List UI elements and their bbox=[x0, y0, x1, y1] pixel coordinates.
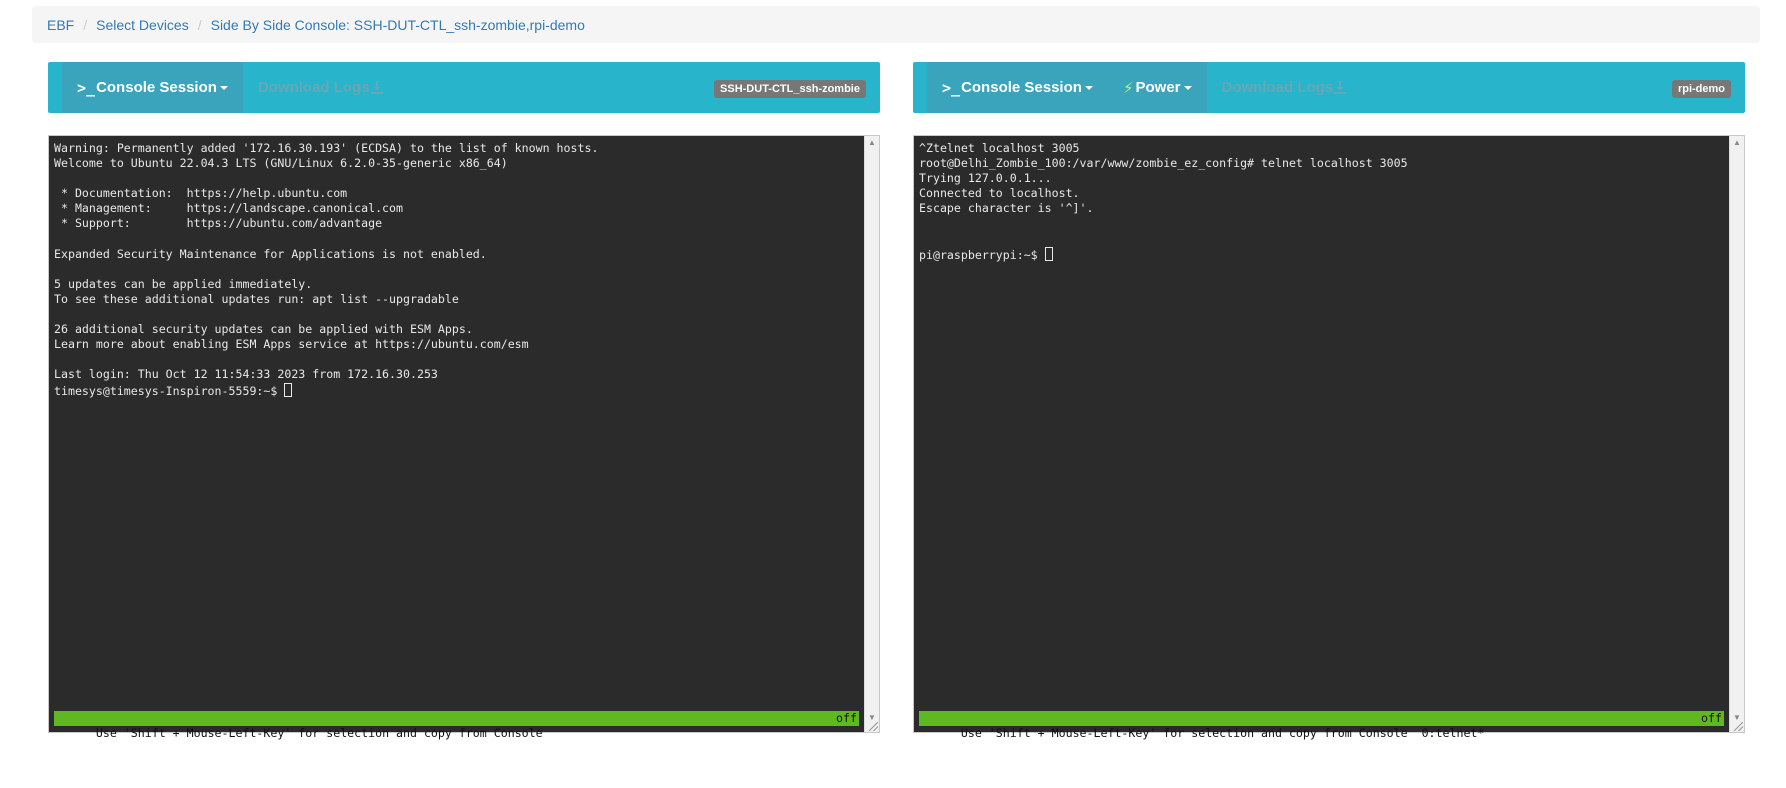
caret-down-icon bbox=[219, 85, 228, 90]
left-console-panel: >_ Console Session Download Logs SSH-DUT… bbox=[48, 62, 880, 740]
left-terminal-output: Warning: Permanently added '172.16.30.19… bbox=[54, 141, 859, 399]
resize-handle-icon[interactable] bbox=[1734, 722, 1743, 731]
left-terminal-status-bar: Use 'Shift + Mouse-Left-Key' for selecti… bbox=[54, 711, 859, 740]
left-console-session-dropdown[interactable]: >_ Console Session bbox=[62, 62, 243, 113]
terminal-cursor bbox=[284, 382, 293, 397]
power-label: Power bbox=[1135, 79, 1181, 96]
right-terminal-scrollbar[interactable]: ▲ ▼ bbox=[1729, 136, 1744, 732]
console-session-label: Console Session bbox=[96, 79, 217, 96]
breadcrumb-current-page[interactable]: Side By Side Console: SSH-DUT-CTL_ssh-zo… bbox=[211, 17, 585, 33]
right-power-dropdown[interactable]: ⚡ Power bbox=[1108, 62, 1207, 113]
caret-down-icon bbox=[1084, 85, 1093, 90]
caret-down-icon bbox=[1183, 85, 1192, 90]
left-terminal-text: Warning: Permanently added '172.16.30.19… bbox=[54, 141, 599, 398]
breadcrumb-ebf[interactable]: EBF bbox=[47, 17, 74, 33]
download-icon bbox=[1334, 81, 1347, 94]
right-terminal[interactable]: ^Ztelnet localhost 3005 root@Delhi_Zombi… bbox=[913, 135, 1745, 740]
right-device-badge: rpi-demo bbox=[1671, 80, 1731, 98]
scroll-down-arrow-icon[interactable]: ▼ bbox=[865, 713, 879, 722]
status-bar-text: Use 'Shift + Mouse-Left-Key' for selecti… bbox=[960, 726, 1485, 740]
left-terminal[interactable]: Warning: Permanently added '172.16.30.19… bbox=[48, 135, 880, 740]
download-logs-label: Download Logs bbox=[1221, 79, 1334, 96]
right-console-toolbar: >_ Console Session ⚡ Power Download Logs… bbox=[913, 62, 1745, 113]
left-device-badge: SSH-DUT-CTL_ssh-zombie bbox=[714, 80, 866, 98]
right-terminal-status-bar: Use 'Shift + Mouse-Left-Key' for selecti… bbox=[919, 711, 1724, 740]
bolt-icon: ⚡ bbox=[1122, 79, 1134, 97]
breadcrumb-select-devices[interactable]: Select Devices bbox=[96, 17, 189, 33]
scroll-up-arrow-icon[interactable]: ▲ bbox=[1730, 138, 1744, 147]
status-bar-text: Use 'Shift + Mouse-Left-Key' for selecti… bbox=[95, 726, 543, 740]
download-icon bbox=[370, 81, 383, 94]
right-console-panel: >_ Console Session ⚡ Power Download Logs… bbox=[913, 62, 1745, 740]
download-logs-label: Download Logs bbox=[257, 79, 370, 96]
right-nav-active-group: >_ Console Session ⚡ Power bbox=[927, 62, 1207, 113]
left-download-logs-button[interactable]: Download Logs bbox=[243, 62, 398, 113]
breadcrumb-separator: / bbox=[83, 16, 88, 33]
right-terminal-output: ^Ztelnet localhost 3005 root@Delhi_Zombi… bbox=[919, 141, 1724, 263]
resize-handle-icon[interactable] bbox=[869, 722, 878, 731]
right-download-logs-button[interactable]: Download Logs bbox=[1207, 62, 1362, 113]
right-terminal-text: ^Ztelnet localhost 3005 root@Delhi_Zombi… bbox=[919, 141, 1408, 262]
console-session-label: Console Session bbox=[961, 79, 1082, 96]
status-bar-mode: off bbox=[836, 711, 857, 725]
terminal-cursor bbox=[1044, 246, 1053, 261]
left-nav-active-group: >_ Console Session bbox=[62, 62, 243, 113]
breadcrumb-separator: / bbox=[197, 16, 202, 33]
terminal-prompt-icon: >_ bbox=[77, 78, 96, 97]
scroll-up-arrow-icon[interactable]: ▲ bbox=[865, 138, 879, 147]
terminal-prompt-icon: >_ bbox=[942, 78, 961, 97]
right-console-session-dropdown[interactable]: >_ Console Session bbox=[927, 62, 1108, 113]
breadcrumb: EBF / Select Devices / Side By Side Cons… bbox=[32, 6, 1760, 43]
status-bar-mode: off bbox=[1701, 711, 1722, 725]
left-console-toolbar: >_ Console Session Download Logs SSH-DUT… bbox=[48, 62, 880, 113]
left-terminal-scrollbar[interactable]: ▲ ▼ bbox=[864, 136, 879, 732]
scroll-down-arrow-icon[interactable]: ▼ bbox=[1730, 713, 1744, 722]
